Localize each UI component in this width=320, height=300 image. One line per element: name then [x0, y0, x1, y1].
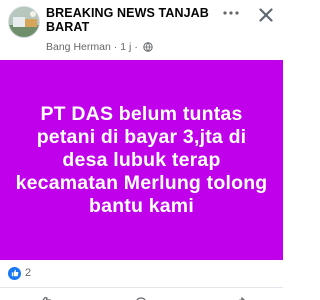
author-name[interactable]: Bang Herman — [46, 41, 111, 53]
reaction-summary[interactable]: 2 — [8, 266, 31, 280]
post-timestamp[interactable]: 1 j — [120, 41, 131, 53]
meta-separator: · — [113, 41, 118, 53]
share-action-icon[interactable] — [232, 292, 246, 300]
like-icon — [8, 266, 21, 280]
comment-action-icon[interactable] — [134, 292, 148, 300]
post-text: PT DAS belum tuntas petani di bayar 3,jt… — [15, 102, 268, 217]
divider — [0, 287, 283, 288]
post-header: BREAKING NEWS TANJAB BARAT Bang Herman ·… — [0, 0, 283, 58]
like-action-icon[interactable] — [38, 292, 52, 300]
post-background: PT DAS belum tuntas petani di bayar 3,jt… — [0, 60, 283, 260]
more-icon[interactable] — [222, 6, 240, 20]
reaction-count: 2 — [25, 267, 32, 279]
meta-separator-2: · — [134, 41, 138, 53]
group-avatar[interactable] — [8, 6, 40, 38]
group-name[interactable]: BREAKING NEWS TANJAB BARAT — [46, 6, 226, 34]
action-bar — [0, 292, 283, 300]
globe-icon — [143, 42, 153, 52]
post-meta: Bang Herman · 1 j · — [46, 40, 153, 54]
close-icon[interactable] — [256, 5, 276, 25]
